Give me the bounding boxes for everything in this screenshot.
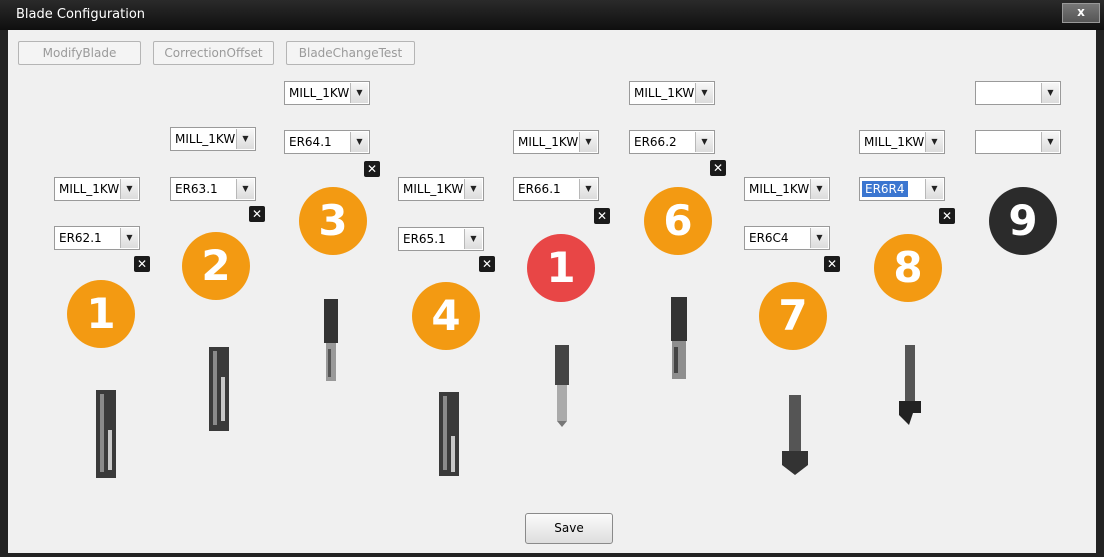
chevron-down-icon: ▼ [350, 132, 368, 152]
slot-3-blade-select[interactable]: ER64.1 ▼ [284, 130, 370, 154]
slot-3-end-mill-image [324, 299, 338, 381]
slot-2-badge: 2 [182, 232, 250, 300]
slot-2-remove-icon[interactable]: ✕ [249, 206, 265, 222]
slot-9-blade-select[interactable]: ▼ [975, 130, 1061, 154]
slot-2-end-mill-image [209, 347, 229, 431]
chevron-down-icon: ▼ [236, 129, 254, 149]
chevron-down-icon: ▼ [1041, 132, 1059, 152]
slot-6-badge: 6 [644, 187, 712, 255]
slot-1-badge: 1 [67, 280, 135, 348]
save-button[interactable]: Save [525, 513, 613, 544]
slot-8-motor-select[interactable]: MILL_1KW ▼ [859, 130, 945, 154]
chevron-down-icon: ▼ [579, 132, 597, 152]
chevron-down-icon: ▼ [810, 228, 828, 248]
slot-5-remove-icon[interactable]: ✕ [594, 208, 610, 224]
chevron-down-icon: ▼ [236, 179, 254, 199]
chevron-down-icon: ▼ [464, 229, 482, 249]
chevron-down-icon: ▼ [925, 132, 943, 152]
title-bar: Blade Configuration x [0, 0, 1104, 30]
slot-4-blade-select[interactable]: ER65.1 ▼ [398, 227, 484, 251]
chevron-down-icon: ▼ [579, 179, 597, 199]
slot-7-v-bit-image [782, 395, 808, 475]
slot-1-remove-icon[interactable]: ✕ [134, 256, 150, 272]
chevron-down-icon: ▼ [695, 83, 713, 103]
slot-1-blade-select[interactable]: ER62.1 ▼ [54, 226, 140, 250]
chevron-down-icon: ▼ [464, 179, 482, 199]
blade-configuration-window: Blade Configuration x ModifyBlade Correc… [0, 0, 1104, 557]
slot-6-remove-icon[interactable]: ✕ [710, 160, 726, 176]
chevron-down-icon: ▼ [925, 179, 943, 199]
slot-4-end-mill-image [439, 392, 459, 476]
slot-8-blade-select[interactable]: ER6R4 ▼ [859, 177, 945, 201]
slot-4-motor-select[interactable]: MILL_1KW ▼ [398, 177, 484, 201]
slot-4-remove-icon[interactable]: ✕ [479, 256, 495, 272]
slot-1-end-mill-image [96, 390, 116, 478]
slot-7-badge: 7 [759, 282, 827, 350]
window-title: Blade Configuration [16, 7, 146, 22]
slot-7-remove-icon[interactable]: ✕ [824, 256, 840, 272]
slot-6-motor-select[interactable]: MILL_1KW ▼ [629, 81, 715, 105]
slot-9-motor-select[interactable]: ▼ [975, 81, 1061, 105]
slot-5-motor-select[interactable]: MILL_1KW ▼ [513, 130, 599, 154]
slot-2-blade-select[interactable]: ER63.1 ▼ [170, 177, 256, 201]
slot-3-remove-icon[interactable]: ✕ [364, 161, 380, 177]
slot-6-end-mill-image [671, 297, 687, 379]
slot-3-motor-select[interactable]: MILL_1KW ▼ [284, 81, 370, 105]
slot-7-blade-select[interactable]: ER6C4 ▼ [744, 226, 830, 250]
slot-3-badge: 3 [299, 187, 367, 255]
chevron-down-icon: ▼ [810, 179, 828, 199]
slot-9-badge: 9 [989, 187, 1057, 255]
correction-offset-button[interactable]: CorrectionOffset [153, 41, 274, 65]
slot-8-badge: 8 [874, 234, 942, 302]
slot-2-motor-select[interactable]: MILL_1KW ▼ [170, 127, 256, 151]
chevron-down-icon: ▼ [1041, 83, 1059, 103]
slot-7-motor-select[interactable]: MILL_1KW ▼ [744, 177, 830, 201]
chevron-down-icon: ▼ [350, 83, 368, 103]
slot-8-corner-bit-image [899, 345, 921, 425]
slot-5-end-mill-image [555, 345, 569, 427]
slot-5-blade-select[interactable]: ER66.1 ▼ [513, 177, 599, 201]
slot-5-badge: 1 [527, 234, 595, 302]
chevron-down-icon: ▼ [120, 228, 138, 248]
slot-8-remove-icon[interactable]: ✕ [939, 208, 955, 224]
chevron-down-icon: ▼ [120, 179, 138, 199]
chevron-down-icon: ▼ [695, 132, 713, 152]
slot-6-blade-select[interactable]: ER66.2 ▼ [629, 130, 715, 154]
slot-4-badge: 4 [412, 282, 480, 350]
slot-1-motor-select[interactable]: MILL_1KW ▼ [54, 177, 140, 201]
close-button[interactable]: x [1062, 3, 1100, 23]
modify-blade-button[interactable]: ModifyBlade [18, 41, 141, 65]
blade-change-test-button[interactable]: BladeChangeTest [286, 41, 415, 65]
